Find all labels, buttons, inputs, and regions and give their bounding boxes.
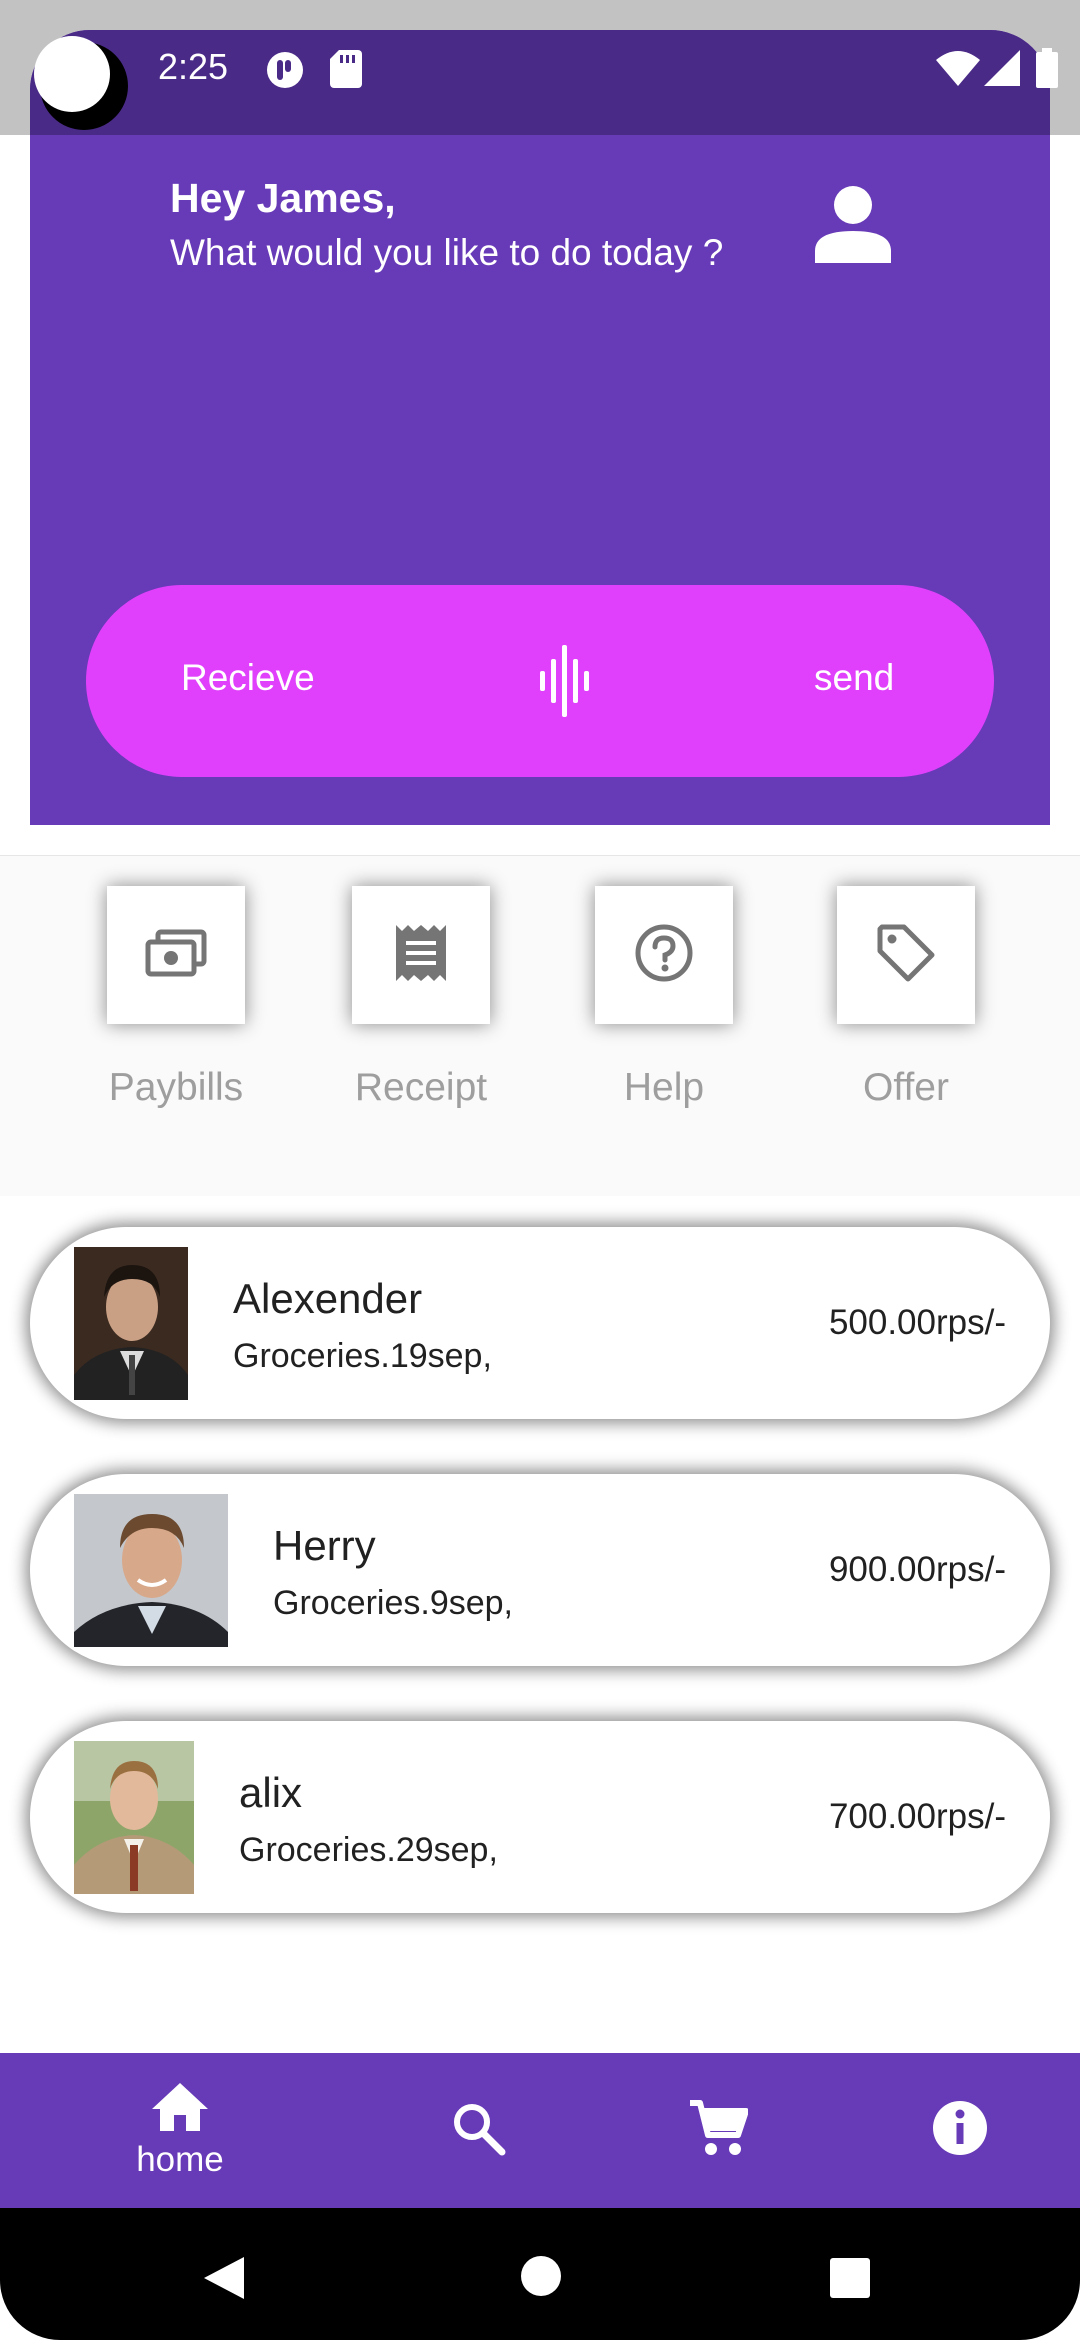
receipt-icon	[394, 923, 448, 988]
info-icon	[931, 2099, 989, 2162]
paybills-icon	[144, 928, 208, 983]
transaction-card[interactable]: alix Groceries.29sep, 700.00rps/-	[30, 1721, 1050, 1913]
bottom-navigation: home	[0, 2053, 1080, 2208]
recents-icon[interactable]	[829, 2257, 871, 2304]
nav-cart[interactable]	[678, 2053, 758, 2208]
transaction-amount: 900.00rps/-	[828, 1550, 1006, 1589]
home-icon	[150, 2081, 210, 2138]
system-navigation-bar	[0, 2208, 1080, 2340]
notification-icon	[265, 50, 305, 95]
offer-button[interactable]	[837, 886, 975, 1024]
nav-search[interactable]	[438, 2053, 518, 2208]
help-button[interactable]	[595, 886, 733, 1024]
battery-icon	[1036, 48, 1058, 93]
transaction-detail: Groceries.9sep,	[273, 1584, 513, 1622]
cell-signal-icon	[984, 50, 1020, 91]
status-time: 2:25	[158, 46, 229, 87]
greeting-subtitle: What would you like to do today ?	[170, 232, 724, 273]
help-label: Help	[623, 1066, 705, 1109]
transaction-amount: 700.00rps/-	[828, 1797, 1006, 1836]
back-icon[interactable]	[202, 2255, 246, 2306]
transaction-name: Alexender	[233, 1275, 423, 1322]
camera-cutout	[34, 36, 110, 112]
transaction-detail: Groceries.29sep,	[239, 1831, 498, 1869]
greeting-title: Hey James,	[170, 175, 396, 221]
sd-card-icon	[330, 50, 362, 93]
paybills-label: Paybills	[108, 1066, 244, 1109]
offer-label: Offer	[863, 1066, 949, 1109]
paybills-button[interactable]	[107, 886, 245, 1024]
avatar	[74, 1494, 228, 1647]
transaction-name: Herry	[273, 1522, 376, 1569]
nav-info[interactable]	[920, 2053, 1000, 2208]
quick-actions: Paybills Receipt Help Offer	[0, 855, 1080, 1196]
home-circle-icon[interactable]	[520, 2255, 562, 2302]
voice-wave-icon[interactable]	[538, 641, 590, 726]
receive-button[interactable]: Recieve	[181, 657, 315, 699]
wifi-icon	[936, 50, 980, 91]
cart-icon	[688, 2099, 749, 2162]
avatar	[74, 1741, 194, 1894]
profile-icon[interactable]	[813, 185, 893, 270]
transaction-card[interactable]: Herry Groceries.9sep, 900.00rps/-	[30, 1474, 1050, 1666]
receipt-label: Receipt	[354, 1066, 488, 1109]
offer-tag-icon	[876, 923, 936, 988]
send-button[interactable]: send	[814, 657, 894, 699]
transaction-detail: Groceries.19sep,	[233, 1337, 492, 1375]
transaction-card[interactable]: Alexender Groceries.19sep, 500.00rps/-	[30, 1227, 1050, 1419]
nav-home-label: home	[136, 2140, 224, 2179]
receive-send-bar: Recieve send	[86, 585, 994, 777]
search-icon	[450, 2100, 506, 2161]
transaction-name: alix	[239, 1769, 303, 1816]
nav-home[interactable]: home	[120, 2053, 240, 2208]
receipt-button[interactable]	[352, 886, 490, 1024]
help-icon	[634, 923, 694, 988]
avatar	[74, 1247, 188, 1400]
transaction-amount: 500.00rps/-	[828, 1303, 1006, 1342]
